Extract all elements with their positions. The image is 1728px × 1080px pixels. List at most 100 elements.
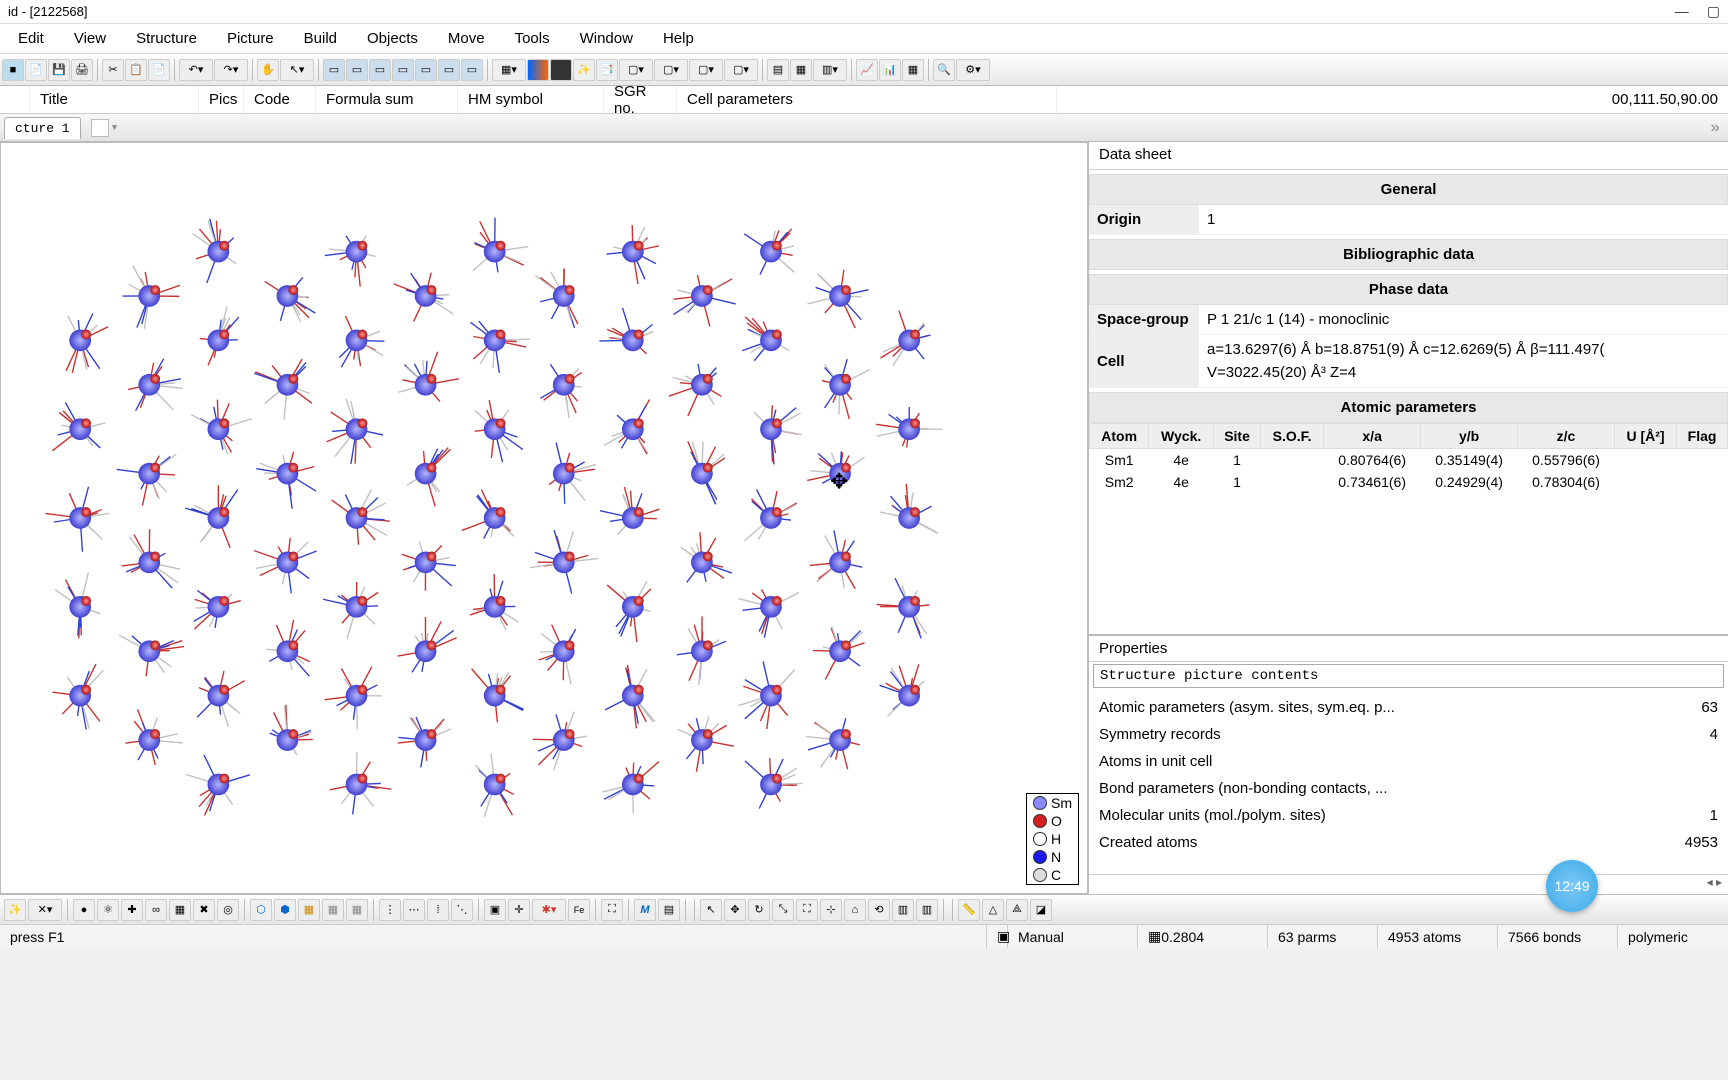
- stack-icon[interactable]: ▥: [916, 899, 938, 921]
- copy2-icon[interactable]: 📑: [596, 59, 618, 81]
- table-icon[interactable]: ▦: [902, 59, 924, 81]
- remove-icon[interactable]: ✖: [193, 899, 215, 921]
- menu-help[interactable]: Help: [649, 26, 708, 51]
- move-icon[interactable]: ✥: [724, 899, 746, 921]
- panel-icon[interactable]: ▥▾: [813, 59, 847, 81]
- cut-icon[interactable]: ✂: [102, 59, 124, 81]
- th-site[interactable]: Site: [1214, 424, 1261, 449]
- properties-list[interactable]: Atomic parameters (asym. sites, sym.eq. …: [1089, 690, 1728, 874]
- chart-icon[interactable]: 📊: [879, 59, 901, 81]
- col-cell[interactable]: Cell parameters: [677, 86, 1057, 113]
- th-yb[interactable]: y/b: [1421, 424, 1518, 449]
- menu-build[interactable]: Build: [290, 26, 351, 51]
- menu-tools[interactable]: Tools: [501, 26, 564, 51]
- panel-icon[interactable]: ▦: [790, 59, 812, 81]
- atoms-icon[interactable]: ⚛: [97, 899, 119, 921]
- panel-icon[interactable]: ▤: [767, 59, 789, 81]
- th-sof[interactable]: S.O.F.: [1261, 424, 1324, 449]
- menu-window[interactable]: Window: [566, 26, 647, 51]
- col-blank[interactable]: [0, 86, 30, 113]
- torsion-icon[interactable]: ⟁: [1006, 899, 1028, 921]
- wand-icon[interactable]: ✨: [4, 899, 26, 921]
- menu-edit[interactable]: Edit: [4, 26, 58, 51]
- col-code[interactable]: Code: [244, 86, 316, 113]
- window-icon[interactable]: ▭: [346, 59, 368, 81]
- dropdown-icon[interactable]: ▾: [111, 120, 119, 135]
- list-item[interactable]: Created atoms4953: [1099, 829, 1718, 856]
- pointer-icon[interactable]: ↖: [700, 899, 722, 921]
- list-item[interactable]: Symmetry records4: [1099, 721, 1718, 748]
- layers-icon[interactable]: ▢▾: [654, 59, 688, 81]
- table-row[interactable]: Sm1 4e 1 0.80764(6) 0.35149(4) 0.55796(6…: [1090, 449, 1728, 472]
- col-title[interactable]: Title: [30, 86, 199, 113]
- list-item[interactable]: Atoms in unit cell: [1099, 748, 1718, 775]
- chart-icon[interactable]: 📈: [856, 59, 878, 81]
- th-zc[interactable]: z/c: [1518, 424, 1615, 449]
- stack-icon[interactable]: ▥: [892, 899, 914, 921]
- col-pics[interactable]: Pics: [199, 86, 244, 113]
- menu-picture[interactable]: Picture: [213, 26, 288, 51]
- add-icon[interactable]: ✚: [121, 899, 143, 921]
- menu-view[interactable]: View: [60, 26, 120, 51]
- grid-icon[interactable]: ▦▾: [492, 59, 526, 81]
- structure-canvas[interactable]: ✥ (function(){ const g=document.getEleme…: [0, 142, 1088, 894]
- tool-icon[interactable]: ■: [2, 59, 24, 81]
- datasheet-body[interactable]: General Origin 1 Bibliographic data Phas…: [1089, 170, 1728, 634]
- mesh-icon[interactable]: ▦: [298, 899, 320, 921]
- pointer-icon[interactable]: ↖▾: [280, 59, 314, 81]
- tool-icon[interactable]: 💾: [48, 59, 70, 81]
- col-hm[interactable]: HM symbol: [458, 86, 604, 113]
- hand-icon[interactable]: ✋: [257, 59, 279, 81]
- redo-icon[interactable]: ↷▾: [214, 59, 248, 81]
- m-icon[interactable]: M: [634, 899, 656, 921]
- center-icon[interactable]: ⊹: [820, 899, 842, 921]
- th-u[interactable]: U [Å²]: [1614, 424, 1676, 449]
- mesh-icon[interactable]: ▦: [322, 899, 344, 921]
- erase-icon[interactable]: ◪: [1030, 899, 1052, 921]
- th-wyck[interactable]: Wyck.: [1149, 424, 1214, 449]
- dots-icon[interactable]: ⋯: [403, 899, 425, 921]
- th-atom[interactable]: Atom: [1090, 424, 1149, 449]
- dots-icon[interactable]: ⋱: [451, 899, 473, 921]
- axes-icon[interactable]: ✛: [508, 899, 530, 921]
- fe-icon[interactable]: Fe: [568, 899, 590, 921]
- new-icon[interactable]: ✨: [573, 59, 595, 81]
- layers-icon[interactable]: ▢▾: [619, 59, 653, 81]
- cube-icon[interactable]: ▣: [484, 899, 506, 921]
- layers-icon[interactable]: ▢▾: [724, 59, 758, 81]
- expand-icon[interactable]: ⛶: [601, 899, 623, 921]
- table-row[interactable]: Sm2 4e 1 0.73461(6) 0.24929(4) 0.78304(6…: [1090, 471, 1728, 493]
- globe-icon[interactable]: 🔍: [933, 59, 955, 81]
- window-icon[interactable]: ▭: [392, 59, 414, 81]
- list-item[interactable]: Bond parameters (non-bonding contacts, .…: [1099, 775, 1718, 802]
- clock-badge[interactable]: 12:49: [1546, 860, 1598, 912]
- menu-objects[interactable]: Objects: [353, 26, 432, 51]
- tool-icon[interactable]: 📄: [25, 59, 47, 81]
- hex-icon[interactable]: ⬢: [274, 899, 296, 921]
- tool-icon[interactable]: 🖨: [71, 59, 93, 81]
- properties-nav[interactable]: ◂ ▸: [1089, 874, 1728, 894]
- new-tab-icon[interactable]: [91, 119, 109, 137]
- list-item[interactable]: Molecular units (mol./polym. sites)1: [1099, 802, 1718, 829]
- resize-icon[interactable]: ⤡: [772, 899, 794, 921]
- minimize-button[interactable]: —: [1675, 3, 1689, 20]
- window-icon[interactable]: ▭: [369, 59, 391, 81]
- angle-icon[interactable]: △: [982, 899, 1004, 921]
- list-item[interactable]: Atomic parameters (asym. sites, sym.eq. …: [1099, 694, 1718, 721]
- window-icon[interactable]: ▭: [323, 59, 345, 81]
- reset-icon[interactable]: ⟲: [868, 899, 890, 921]
- th-flag[interactable]: Flag: [1677, 424, 1728, 449]
- paste-icon[interactable]: 📄: [148, 59, 170, 81]
- copy-icon[interactable]: 📋: [125, 59, 147, 81]
- tool-icon[interactable]: ✕▾: [28, 899, 62, 921]
- picture-tab-active[interactable]: cture 1: [4, 117, 81, 139]
- mesh-icon[interactable]: ▦: [346, 899, 368, 921]
- collapse-icon[interactable]: »: [1710, 119, 1720, 137]
- atom-icon[interactable]: ●: [73, 899, 95, 921]
- hex-icon[interactable]: ⬡: [250, 899, 272, 921]
- net-icon[interactable]: ✱▾: [532, 899, 566, 921]
- menu-move[interactable]: Move: [434, 26, 499, 51]
- maximize-button[interactable]: ▢: [1707, 3, 1720, 20]
- menu-structure[interactable]: Structure: [122, 26, 211, 51]
- undo-icon[interactable]: ↶▾: [179, 59, 213, 81]
